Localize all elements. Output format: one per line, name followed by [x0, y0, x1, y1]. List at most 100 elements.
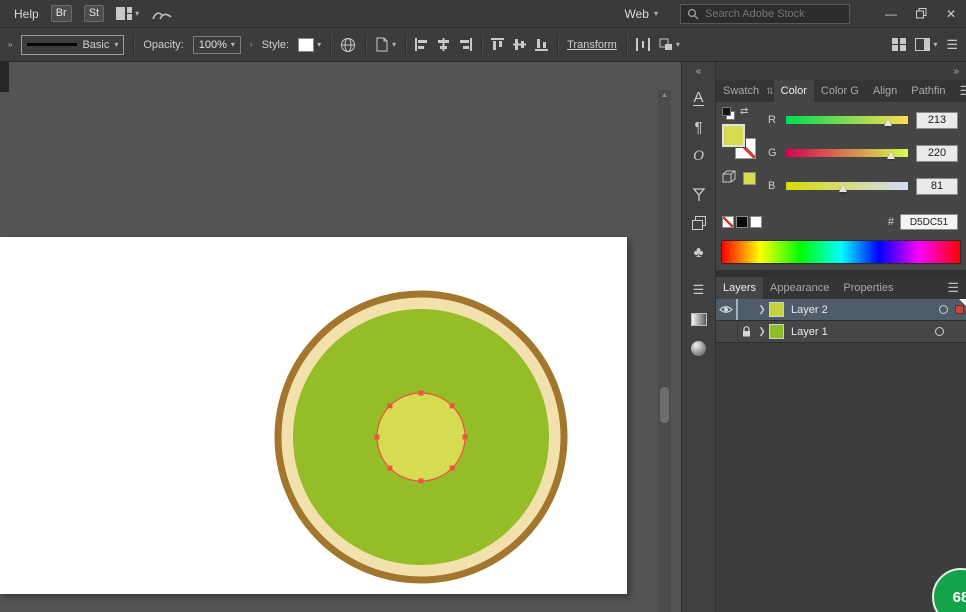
green-slider-handle[interactable] [887, 152, 895, 159]
arrange-documents-button[interactable]: ▾ [116, 7, 139, 20]
style-dropdown[interactable]: ▾ [298, 38, 321, 52]
transparency-panel-button[interactable] [687, 337, 711, 359]
align-top-button[interactable] [491, 38, 504, 51]
in-gamut-swatch[interactable] [743, 172, 756, 185]
workspace-grid-button[interactable] [892, 38, 906, 51]
vertical-scrollbar[interactable]: ▲ [658, 90, 671, 612]
align-right-icon [459, 38, 472, 51]
close-button[interactable]: ✕ [936, 0, 966, 28]
artwork[interactable] [0, 237, 627, 594]
align-left-button[interactable] [415, 38, 428, 51]
layer-row-layer2[interactable]: ❯ Layer 2 [716, 299, 966, 321]
layer-thumbnail[interactable] [769, 324, 784, 339]
menu-help[interactable]: Help [14, 7, 39, 21]
illustrator-window: Help Br St ▾ Web ▾ [0, 0, 966, 612]
control-bar-overflow-icon[interactable]: » [8, 40, 12, 49]
workspace-switcher[interactable]: Web ▾ [625, 7, 658, 21]
tab-pathfinder[interactable]: Pathfin [904, 80, 952, 102]
control-panel-menu-button[interactable]: ☰ [946, 37, 958, 53]
character-panel-button[interactable]: A [687, 87, 711, 109]
layer-name[interactable]: Layer 2 [791, 304, 828, 316]
layer-name[interactable]: Layer 1 [791, 326, 828, 338]
out-of-gamut-cube-icon[interactable] [722, 170, 736, 184]
expand-arrow-icon[interactable]: ❯ [755, 304, 769, 315]
lock-toggle[interactable] [738, 321, 755, 342]
black-swatch[interactable] [736, 216, 748, 228]
document-setup-button[interactable]: ▾ [375, 37, 396, 52]
tab-appearance[interactable]: Appearance [763, 277, 836, 299]
blue-slider[interactable] [786, 182, 908, 190]
lock-toggle[interactable] [738, 299, 755, 320]
color-panel-menu-icon[interactable]: ☰ [953, 80, 966, 102]
recolor-artwork-button[interactable] [340, 37, 356, 53]
hex-value-input[interactable] [900, 214, 958, 230]
tab-swatches[interactable]: Swatch [716, 80, 766, 102]
collapse-panels-button[interactable]: « [682, 62, 715, 80]
expand-arrow-icon[interactable]: ❯ [755, 326, 769, 337]
layer-row-layer1[interactable]: ❯ Layer 1 [716, 321, 966, 343]
target-circle-icon[interactable] [935, 327, 944, 336]
restore-button[interactable] [906, 0, 936, 28]
red-slider[interactable] [786, 116, 908, 124]
tab-color[interactable]: Color [774, 80, 814, 102]
opentype-panel-button[interactable]: O [687, 145, 711, 167]
visibility-toggle[interactable] [716, 299, 738, 320]
gpu-performance-button[interactable] [151, 7, 173, 21]
layer-thumbnail[interactable] [769, 302, 784, 317]
minimize-button[interactable]: — [876, 0, 906, 28]
swap-fill-stroke-icon[interactable]: ⇄ [740, 106, 748, 117]
transform-link[interactable]: Transform [567, 39, 617, 51]
canvas-area[interactable]: ▲ [0, 62, 681, 612]
chevron-down-icon: ▾ [654, 9, 658, 18]
paragraph-panel-button[interactable]: ¶ [687, 116, 711, 138]
search-input[interactable] [705, 8, 835, 20]
expand-dock-icon[interactable]: » [953, 66, 959, 77]
brush-definition-dropdown[interactable]: Basic ▾ [21, 35, 124, 55]
stroke-panel-button[interactable]: ☰ [687, 279, 711, 301]
fill-swatch[interactable] [722, 124, 745, 147]
green-slider[interactable] [786, 149, 908, 157]
align-middle-button[interactable] [513, 38, 526, 51]
red-value-input[interactable] [916, 112, 958, 129]
panel-dock-toggle[interactable]: ▾ [915, 38, 937, 51]
bridge-button[interactable]: Br [51, 5, 72, 22]
align-center-button[interactable] [437, 38, 450, 51]
red-slider-handle[interactable] [884, 119, 892, 126]
opacity-value-dropdown[interactable]: 100% ▾ [193, 36, 241, 54]
visibility-toggle[interactable] [716, 321, 738, 342]
opacity-flyout-icon[interactable]: › [250, 40, 253, 49]
align-right-button[interactable] [459, 38, 472, 51]
align-to-selection-button[interactable]: ▾ [659, 38, 680, 51]
variables-panel-button[interactable] [687, 183, 711, 205]
selection-color-chip[interactable] [955, 305, 964, 314]
tab-align[interactable]: Align [866, 80, 904, 102]
gradient-panel-button[interactable] [687, 308, 711, 330]
artboard[interactable] [0, 237, 627, 594]
adobe-stock-search[interactable] [680, 4, 850, 24]
tab-cycle-icon[interactable]: ⇅ [766, 80, 774, 102]
color-spectrum-bar[interactable] [721, 240, 961, 264]
tab-properties[interactable]: Properties [836, 277, 900, 299]
symbols-panel-button[interactable]: ♣ [687, 241, 711, 263]
collapsed-panel-edge [0, 62, 9, 92]
fill-proxy-small[interactable] [722, 107, 731, 116]
layers-panel-menu-icon[interactable]: ☰ [940, 277, 966, 299]
scroll-up-icon[interactable]: ▲ [658, 92, 671, 99]
none-swatch[interactable] [722, 216, 734, 228]
lock-icon [742, 326, 751, 337]
align-bottom-button[interactable] [535, 38, 548, 51]
artboards-panel-button[interactable] [687, 212, 711, 234]
tab-layers[interactable]: Layers [716, 277, 763, 299]
target-circle-icon[interactable] [939, 305, 948, 314]
blue-value-input[interactable] [916, 178, 958, 195]
stock-button[interactable]: St [84, 5, 104, 22]
document-icon [375, 37, 389, 52]
tab-color-guide[interactable]: Color G [814, 80, 866, 102]
green-value-input[interactable] [916, 145, 958, 162]
distribute-spacing-button[interactable] [636, 38, 650, 51]
white-swatch[interactable] [750, 216, 762, 228]
scrollbar-thumb[interactable] [660, 387, 669, 423]
color-panel-tabs: Swatch ⇅ Color Color G Align Pathfin ☰ [716, 80, 966, 102]
divider [405, 35, 406, 55]
blue-slider-handle[interactable] [839, 185, 847, 192]
